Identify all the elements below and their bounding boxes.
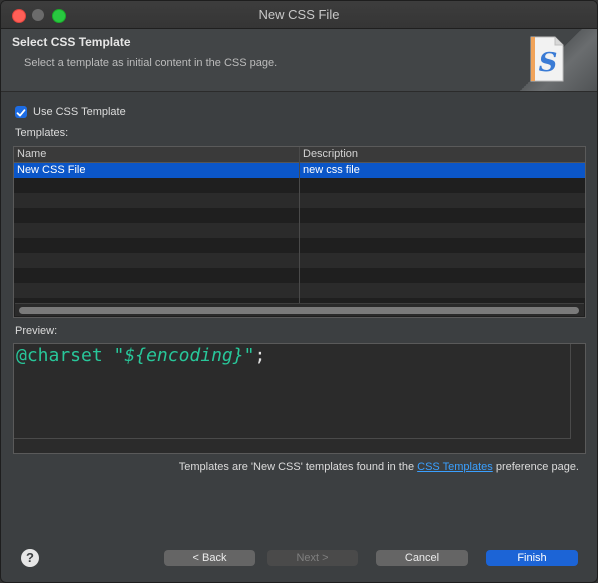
page-title: Select CSS Template xyxy=(12,35,131,49)
scrollbar-thumb[interactable] xyxy=(19,307,579,314)
code-keyword: @charset xyxy=(16,345,103,366)
use-template-label: Use CSS Template xyxy=(33,106,126,118)
preview-pane[interactable]: @charset "${encoding}"; xyxy=(13,343,586,454)
help-icon[interactable]: ? xyxy=(21,549,39,567)
page-subtitle: Select a template as initial content in … xyxy=(24,57,278,69)
preview-label: Preview: xyxy=(15,325,58,337)
column-header-description[interactable]: Description xyxy=(303,148,358,160)
code-terminator: ; xyxy=(254,345,266,366)
preview-code: @charset "${encoding}"; xyxy=(16,345,265,366)
css-templates-link[interactable]: CSS Templates xyxy=(417,461,493,473)
templates-table[interactable]: Name Description New CSS File new css fi… xyxy=(13,146,586,318)
css-file-icon: S xyxy=(530,36,564,82)
checkmark-icon xyxy=(16,109,26,117)
svg-text:S: S xyxy=(539,48,558,78)
next-button[interactable]: Next > xyxy=(267,550,358,566)
column-divider xyxy=(299,147,300,304)
cancel-button[interactable]: Cancel xyxy=(376,550,468,566)
preview-horizontal-scroll-track xyxy=(14,438,571,439)
finish-button[interactable]: Finish xyxy=(486,550,578,566)
code-quote-close: " xyxy=(243,345,255,366)
window-title: New CSS File xyxy=(258,7,340,22)
templates-note: Templates are 'New CSS' templates found … xyxy=(179,461,579,473)
back-button[interactable]: < Back xyxy=(164,550,255,566)
title-bar: New CSS File xyxy=(1,1,597,29)
templates-label: Templates: xyxy=(15,127,69,139)
code-quote-open: " xyxy=(113,345,125,366)
horizontal-scrollbar[interactable] xyxy=(15,303,584,316)
preview-vertical-scroll-track xyxy=(570,344,571,439)
note-prefix: Templates are 'New CSS' templates found … xyxy=(178,461,418,473)
wizard-header: Select CSS Template Select a template as… xyxy=(1,29,597,92)
code-variable: ${encoding} xyxy=(124,345,244,366)
use-template-checkbox[interactable] xyxy=(15,106,27,118)
column-header-name[interactable]: Name xyxy=(17,148,46,160)
note-suffix: preference page. xyxy=(492,461,579,473)
row-description-cell: new css file xyxy=(303,164,360,176)
dialog-window: New CSS File Select CSS Template Select … xyxy=(0,0,598,583)
row-name-cell: New CSS File xyxy=(17,164,86,176)
